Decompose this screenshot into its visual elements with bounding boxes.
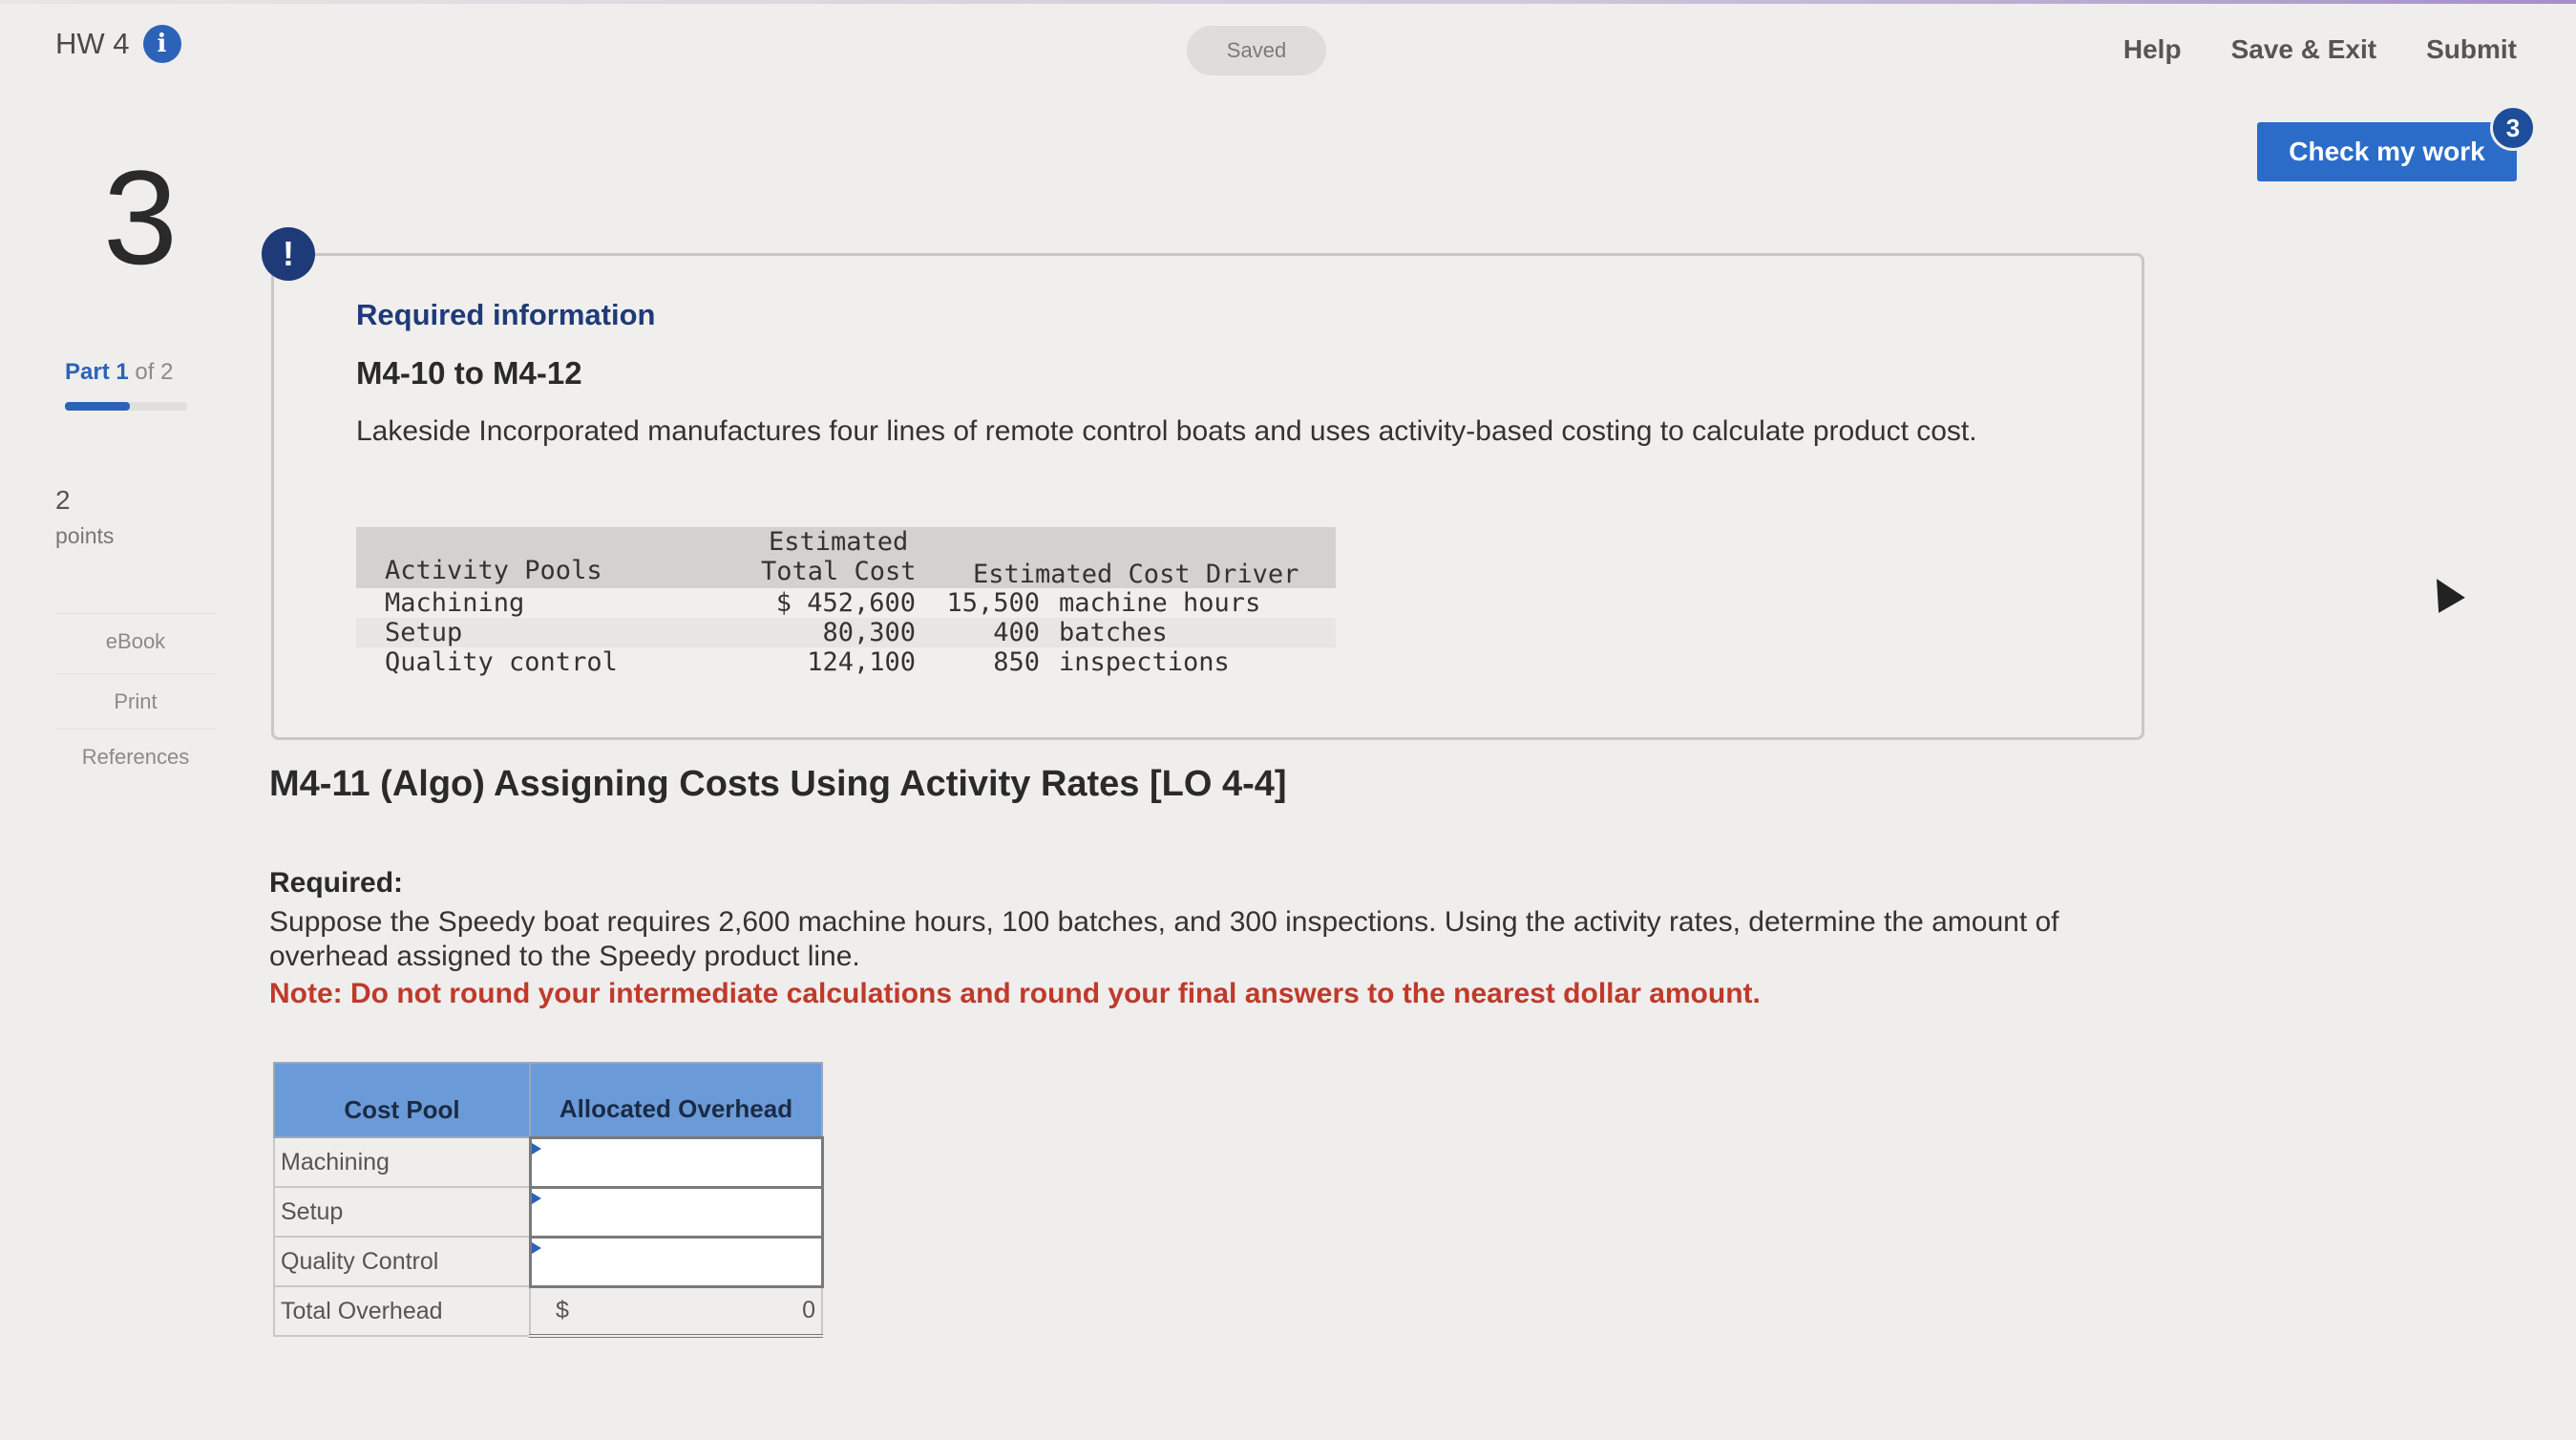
header-total-cost: Total Cost xyxy=(761,557,917,586)
mouse-cursor-icon xyxy=(2423,571,2465,613)
question-text: Suppose the Speedy boat requires 2,600 m… xyxy=(269,906,2059,972)
top-accent-bar xyxy=(0,0,2576,4)
part-prefix: Part xyxy=(65,359,110,385)
part-current: 1 xyxy=(116,359,129,385)
row-driver-qty: 15,500 xyxy=(946,588,1040,618)
points-label: points xyxy=(55,523,115,548)
total-currency: $ xyxy=(556,1297,569,1324)
row-label-quality-control: Quality Control xyxy=(273,1236,531,1287)
row-driver-qty: 400 xyxy=(993,618,1040,647)
table-row: Machining xyxy=(273,1135,824,1189)
machining-overhead-input[interactable] xyxy=(528,1135,824,1189)
row-label-total: Total Overhead xyxy=(273,1285,531,1337)
row-cost: 124,100 xyxy=(807,647,916,677)
row-driver-qty: 850 xyxy=(993,647,1040,677)
answer-table: Cost Pool Allocated Overhead Machining S… xyxy=(273,1062,824,1338)
row-driver-unit: machine hours xyxy=(1059,588,1261,618)
header-activity-pools: Activity Pools xyxy=(385,556,602,585)
question-title: M4-11 (Algo) Assigning Costs Using Activ… xyxy=(269,764,1287,804)
check-count-badge: 3 xyxy=(2490,105,2536,151)
table-row: Setup xyxy=(273,1185,824,1239)
submit-link[interactable]: Submit xyxy=(2426,34,2517,65)
col-cost-pool: Cost Pool xyxy=(273,1062,531,1138)
info-icon[interactable]: i xyxy=(142,25,181,63)
ebook-link[interactable]: eBook xyxy=(55,613,216,668)
question-note: Note: Do not round your intermediate cal… xyxy=(269,978,1761,1009)
table-row: Total Overhead $ 0 xyxy=(273,1285,823,1338)
check-my-work-button[interactable]: Check my work xyxy=(2257,122,2517,181)
table-row: Quality control 124,100 850 inspections xyxy=(356,647,1336,677)
top-nav: Help Save & Exit Submit xyxy=(2123,34,2517,65)
saved-status-badge: Saved xyxy=(1187,26,1326,75)
row-label-setup: Setup xyxy=(273,1186,531,1238)
table-row: Machining $ 452,600 15,500 machine hours xyxy=(356,588,1336,618)
row-label-machining: Machining xyxy=(273,1136,531,1188)
header-cost-driver: Estimated Cost Driver xyxy=(973,560,1299,589)
part-of: of 2 xyxy=(135,359,174,385)
activity-table-header: Activity Pools Estimated Total Cost Esti… xyxy=(356,527,1336,589)
setup-overhead-input[interactable] xyxy=(528,1185,824,1239)
help-link[interactable]: Help xyxy=(2123,34,2182,65)
row-pool: Machining xyxy=(385,588,525,618)
table-row: Setup 80,300 400 batches xyxy=(356,618,1336,647)
row-driver-unit: batches xyxy=(1059,618,1168,647)
total-overhead-value: 0 xyxy=(802,1297,815,1324)
assignment-title-text: HW 4 xyxy=(55,27,130,60)
problem-range: M4-10 to M4-12 xyxy=(356,355,582,391)
quality-control-overhead-input[interactable] xyxy=(528,1235,824,1288)
col-allocated-overhead: Allocated Overhead xyxy=(529,1062,823,1138)
points-value: 2 xyxy=(55,485,71,515)
row-pool: Quality control xyxy=(385,647,618,677)
question-number: 3 xyxy=(103,142,178,292)
references-link[interactable]: References xyxy=(55,729,216,784)
alert-icon: ! xyxy=(262,227,315,281)
required-info-heading: Required information xyxy=(356,298,656,331)
row-driver-unit: inspections xyxy=(1059,647,1230,677)
save-exit-link[interactable]: Save & Exit xyxy=(2231,34,2377,65)
table-row: Quality Control xyxy=(273,1235,824,1288)
activity-pool-table: Activity Pools Estimated Total Cost Esti… xyxy=(356,527,1336,677)
header-estimated: Estimated xyxy=(769,527,909,557)
part-indicator: Part 1 of 2 xyxy=(65,359,173,386)
row-cost: 80,300 xyxy=(822,618,916,647)
total-overhead-cell: $ 0 xyxy=(529,1285,823,1338)
part-progress-fill xyxy=(65,402,130,411)
print-link[interactable]: Print xyxy=(55,673,216,729)
required-label: Required: xyxy=(269,867,404,899)
row-pool: Setup xyxy=(385,618,463,647)
row-cost: $ 452,600 xyxy=(775,588,916,618)
assignment-title: HW 4 i xyxy=(55,25,181,63)
intro-text: Lakeside Incorporated manufactures four … xyxy=(356,415,1977,447)
